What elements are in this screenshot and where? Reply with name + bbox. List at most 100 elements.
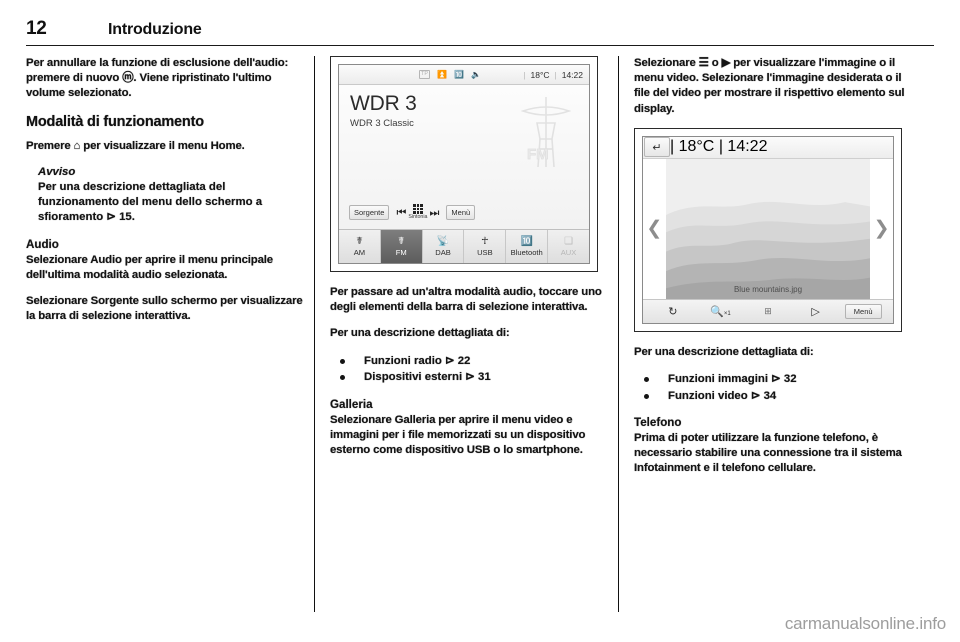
left-paragraph-3: Selezionare Audio per aprire il menu pri… (26, 253, 273, 281)
aux-icon: ❏ (564, 235, 574, 247)
left-paragraph-4: Selezionare Sorgente sullo schermo per v… (26, 295, 303, 323)
mid-paragraph-3: Selezionare Galleria per aprire il menu … (330, 413, 586, 457)
gallery-status-bar: ↵ | 18°C | 14:22 (643, 136, 893, 159)
radio-status-right: | 18°C | 14:22 (523, 70, 583, 80)
tab-dab[interactable]: 📡 DAB (423, 230, 465, 263)
tab-bluetooth-label: Bluetooth (510, 247, 543, 257)
radio-temperature: 18°C (530, 69, 550, 80)
radio-status-bar: TP ⏫ 🔟 🔈 | 18°C | 14:22 (339, 65, 589, 85)
zoom-icon[interactable]: 🔍×1 (697, 305, 745, 318)
tp-icon: TP (419, 70, 431, 79)
tab-dab-label: DAB (435, 247, 451, 257)
gallery-clock: 14:22 (727, 138, 768, 156)
tab-bluetooth[interactable]: 🔟 Bluetooth (506, 230, 549, 263)
bullet-text: Funzioni video ⊳ 34 (668, 389, 777, 402)
column-divider-1 (314, 56, 315, 612)
tab-am-label: AM (353, 247, 366, 257)
manual-page: 12 Introduzione Per annullare la funzion… (0, 0, 960, 642)
zoom-level-label: ×1 (723, 310, 731, 317)
left-column: Per annullare la funzione di esclusione … (26, 56, 314, 612)
middle-column: TP ⏫ 🔟 🔈 | 18°C | 14:22 WDR 3 WDR 3 Clas… (330, 56, 618, 612)
usb-icon: ☥ (481, 235, 489, 247)
status-separator-2: | (554, 69, 557, 80)
interaction-selection-bar: ☤ AM ☤ FM 📡 DAB ☥ USB 🔟 Bluetooth ❏ AUX (339, 229, 589, 263)
gallery-viewer: ❮ Blue mountains.jpg ❯ (643, 158, 893, 299)
right-column: Selezionare ☰ o ▶ per visualizzare l'imm… (634, 56, 922, 612)
column-divider-2 (618, 56, 619, 612)
bullet-dot-icon (340, 375, 345, 381)
skip-forward-icon[interactable]: ⏭ (430, 206, 440, 220)
bullet-dot-icon (644, 393, 649, 399)
tab-fm[interactable]: ☤ FM (380, 230, 423, 263)
gallery-toolbar: ↻ 🔍×1 ⊞ ▷ Menù (643, 298, 893, 323)
figure-gallery-screen: ↵ | 18°C | 14:22 ❮ Blue mountains.jpg ❯ … (634, 127, 902, 332)
heading-galleria: Galleria (330, 397, 373, 411)
chevron-left-icon[interactable]: ❮ (643, 158, 666, 299)
gallery-photo[interactable]: Blue mountains.jpg (665, 158, 871, 299)
gallery-menu-button[interactable]: Menù (844, 304, 882, 320)
tab-usb[interactable]: ☥ USB (464, 230, 507, 263)
status-separator-1: | (670, 138, 675, 156)
status-separator-2: | (718, 138, 723, 156)
blue-mountains-image (665, 158, 871, 299)
left-paragraph-2: Premere ⌂ per visualizzare il menu Home. (26, 139, 245, 152)
right-paragraph-3: Prima di poter utilizzare la funzione te… (634, 432, 902, 475)
bullet-text: Funzioni immagini ⊳ 32 (668, 373, 797, 386)
right-paragraph-2: Per una descrizione dettagliata di: (634, 345, 814, 358)
tune-grid-icon (413, 204, 423, 214)
tune-button[interactable]: Sintonia (408, 204, 428, 220)
bluetooth-icon: 🔟 (520, 235, 533, 247)
bullet-text: Dispositivi esterni ⊳ 31 (364, 371, 491, 384)
mid-paragraph-1: Per passare ad un'altra modalità audio, … (330, 286, 602, 314)
gallery-menu-button-wrap: Menù (839, 304, 887, 320)
status-separator-1: | (523, 69, 526, 80)
note-text: Per una descrizione dettagliata del funz… (38, 181, 263, 224)
heading-audio: Audio (26, 237, 59, 251)
fit-icon[interactable]: ⊞ (744, 306, 792, 317)
mid-bullet-list: Funzioni radio ⊳ 22 Dispositivi esterni … (330, 353, 610, 386)
tab-aux[interactable]: ❏ AUX (548, 230, 589, 263)
content-columns: Per annullare la funzione di esclusione … (26, 56, 934, 612)
bullet-dot-icon (340, 358, 345, 364)
radio-menu-button[interactable]: Menù (446, 204, 476, 220)
image-caption: Blue mountains.jpg (733, 284, 803, 294)
page-header: 12 Introduzione (26, 18, 934, 46)
source-button[interactable]: Sorgente (349, 204, 390, 220)
satellite-icon: 📡 (436, 235, 450, 247)
tab-usb-label: USB (477, 247, 493, 257)
page-number: 12 (26, 18, 47, 39)
mid-paragraph-2: Per una descrizione dettagliata di: (330, 327, 510, 340)
tab-am[interactable]: ☤ AM (339, 230, 381, 263)
bullet-text: Funzioni radio ⊳ 22 (364, 354, 471, 367)
heading-modalita-funzionamento: Modalità di funzionamento (26, 113, 204, 130)
infotainment-radio-screen: TP ⏫ 🔟 🔈 | 18°C | 14:22 WDR 3 WDR 3 Clas… (338, 64, 590, 264)
gallery-status-right: | 18°C | 14:22 (670, 138, 767, 156)
radio-clock: 14:22 (561, 69, 583, 80)
list-item: Dispositivi esterni ⊳ 31 (330, 369, 610, 386)
right-bullet-list: Funzioni immagini ⊳ 32 Funzioni video ⊳ … (634, 371, 914, 404)
tab-aux-label: AUX (560, 247, 577, 257)
figure-radio-screen: TP ⏫ 🔟 🔈 | 18°C | 14:22 WDR 3 WDR 3 Clas… (330, 56, 598, 272)
bullet-dot-icon (644, 377, 649, 383)
left-paragraph-1: Per annullare la funzione di esclusione … (26, 57, 289, 100)
chevron-right-icon[interactable]: ❯ (870, 158, 893, 299)
traffic-icon: ⏫ (437, 70, 447, 79)
heading-telefono: Telefono (634, 416, 682, 430)
seek-controls: ⏮ Sintonia ⏭ (396, 204, 439, 220)
back-arrow-icon[interactable]: ↵ (644, 137, 670, 158)
bluetooth-icon: 🔟 (454, 70, 464, 79)
list-item: Funzioni video ⊳ 34 (634, 388, 914, 405)
radio-control-row: Sorgente ⏮ Sintonia ⏭ Menù (349, 204, 476, 220)
infotainment-gallery-screen: ↵ | 18°C | 14:22 ❮ Blue mountains.jpg ❯ … (642, 135, 894, 324)
radio-status-icons: TP ⏫ 🔟 🔈 (419, 70, 481, 79)
antenna-icon: ☤ (397, 235, 405, 247)
note-block: Avviso Per una descrizione dettagliata d… (26, 165, 306, 226)
slideshow-icon[interactable]: ▷ (792, 305, 840, 318)
note-title: Avviso (38, 165, 76, 178)
right-paragraph-1: Selezionare ☰ o ▶ per visualizzare l'imm… (634, 57, 905, 115)
site-watermark: carmanualsonline.info (784, 614, 946, 633)
chapter-title: Introduzione (108, 21, 202, 38)
skip-back-icon[interactable]: ⏮ (396, 206, 406, 220)
rotate-icon[interactable]: ↻ (649, 305, 697, 318)
tune-label: Sintonia (408, 214, 428, 220)
